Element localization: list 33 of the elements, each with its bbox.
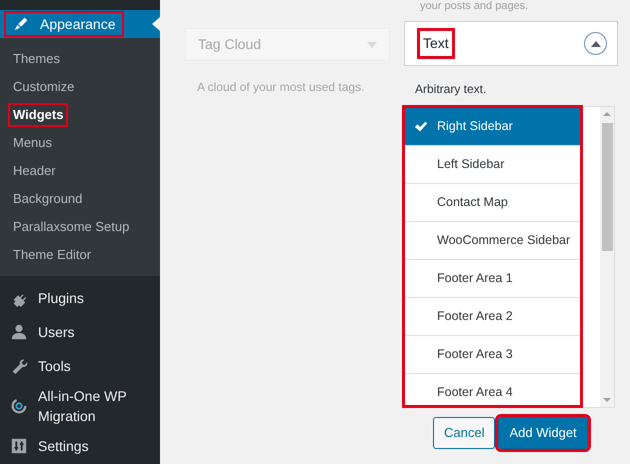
sliders-icon [10, 437, 28, 455]
paintbrush-icon [12, 15, 30, 33]
widget-description: Arbitrary text. [414, 81, 488, 98]
collapse-toggle[interactable] [584, 32, 607, 55]
widget-description: your posts and pages. [420, 0, 528, 13]
menu-link[interactable]: Users [38, 322, 148, 342]
caret-icon [367, 42, 377, 48]
user-icon [10, 323, 28, 341]
submenu-link[interactable]: Parallaxsome Setup [8, 215, 134, 239]
submenu-link[interactable]: Menus [8, 131, 58, 155]
submenu-link[interactable]: Themes [8, 47, 65, 71]
submenu-link[interactable]: Customize [8, 75, 80, 99]
add-widget-button[interactable]: Add Widget [498, 417, 588, 449]
widget-title: Tag Cloud [198, 35, 262, 54]
list-option[interactable]: Right Sidebar [405, 108, 580, 146]
checkmark-icon [414, 120, 428, 134]
widget-title: Text [417, 28, 455, 59]
widget-header[interactable]: Text [404, 21, 618, 66]
menu-link[interactable]: Settings [38, 436, 148, 456]
cancel-button[interactable]: Cancel [433, 417, 496, 449]
submenu-link[interactable]: Background [8, 187, 88, 211]
scrollbar[interactable] [600, 107, 614, 407]
submenu-link[interactable]: Widgets [8, 103, 68, 127]
submenu-link[interactable]: Theme Editor [8, 243, 96, 267]
menu-label: Appearance [40, 14, 116, 34]
widget-description: A cloud of your most used tags. [196, 79, 366, 96]
wrench-icon [10, 357, 28, 375]
submenu-link[interactable]: Header [8, 159, 61, 183]
active-menu-item[interactable]: Appearance [0, 10, 160, 38]
menu-link[interactable]: Tools [38, 356, 148, 376]
menu-link[interactable]: Plugins [38, 288, 148, 308]
menu-link[interactable]: All-in-One WP Migration [38, 386, 148, 426]
circular-arrows-icon [10, 397, 28, 415]
